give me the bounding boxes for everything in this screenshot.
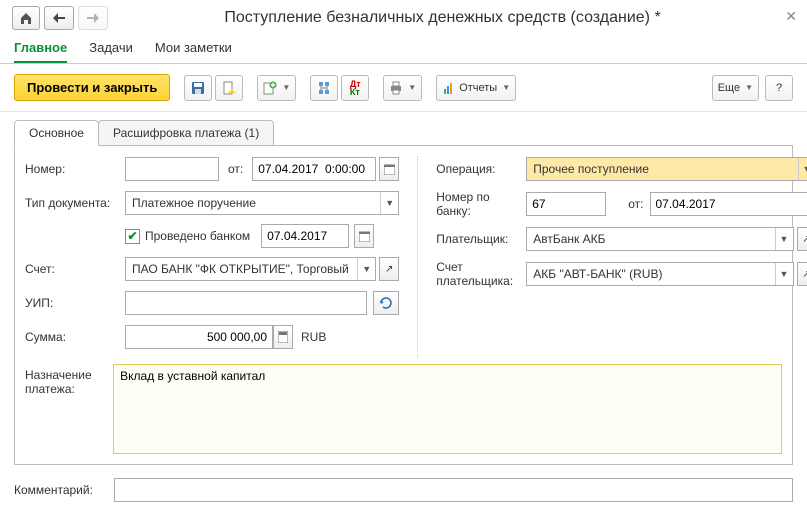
chevron-down-icon[interactable]: ▼ (775, 228, 793, 250)
sum-input[interactable] (125, 325, 273, 349)
chevron-down-icon: ▼ (745, 83, 753, 92)
reports-button[interactable]: Отчеты ▼ (436, 75, 516, 101)
print-button[interactable]: ▼ (383, 75, 422, 101)
form-panel: Номер: от: Тип документа: Платежное пору… (14, 145, 793, 465)
chevron-down-icon: ▼ (408, 83, 416, 92)
open-ref-icon[interactable]: ↗ (797, 227, 807, 251)
bankproc-label: Проведено банком (145, 229, 250, 243)
payer-value: АвтБанк АКБ (527, 232, 774, 246)
operation-value: Прочее поступление (527, 162, 797, 176)
calendar-icon[interactable] (354, 224, 374, 248)
number-label: Номер: (25, 162, 125, 176)
number-input[interactable] (125, 157, 219, 181)
chevron-down-icon[interactable]: ▼ (357, 258, 375, 280)
dtk-button[interactable]: ДтКт (341, 75, 369, 101)
create-based-on-button[interactable]: ▼ (257, 75, 296, 101)
calculator-icon[interactable] (273, 325, 293, 349)
home-button[interactable] (12, 6, 40, 30)
chevron-down-icon[interactable]: ▼ (380, 192, 398, 214)
inner-tabs: Основное Расшифровка платежа (1) (0, 112, 807, 146)
refresh-uip-icon[interactable] (373, 291, 399, 315)
help-button[interactable]: ? (765, 75, 793, 101)
date-input[interactable] (252, 157, 376, 181)
save-button[interactable] (184, 75, 212, 101)
post-button[interactable] (215, 75, 243, 101)
payer-account-value: АКБ "АВТ-БАНК" (RUB) (527, 267, 774, 281)
more-label: Еще (718, 82, 740, 94)
doctype-value: Платежное поручение (126, 196, 380, 210)
payer-select[interactable]: АвтБанк АКБ ▼ (526, 227, 793, 251)
payer-account-label: Счет плательщика: (436, 260, 526, 288)
structure-button[interactable] (310, 75, 338, 101)
doctype-select[interactable]: Платежное поручение ▼ (125, 191, 399, 215)
doctype-label: Тип документа: (25, 196, 125, 210)
nav-forward-button (78, 6, 108, 30)
account-value: ПАО БАНК "ФК ОТКРЫТИЕ", Торговый (126, 262, 357, 276)
more-button[interactable]: Еще ▼ (712, 75, 759, 101)
bank-date-input[interactable] (650, 192, 807, 216)
payer-label: Плательщик: (436, 232, 526, 246)
sum-label: Сумма: (25, 330, 125, 344)
toolbar: Провести и закрыть ▼ ДтКт ▼ Отчеты ▼ (0, 64, 807, 112)
from-label: от: (228, 162, 243, 176)
tab-tasks[interactable]: Задачи (89, 40, 133, 63)
operation-select[interactable]: Прочее поступление ▼ (526, 157, 807, 181)
bank-from-label: от: (628, 197, 643, 211)
chevron-down-icon: ▼ (282, 83, 290, 92)
open-ref-icon[interactable]: ↗ (379, 257, 399, 281)
purpose-textarea[interactable] (113, 364, 782, 454)
tab-main[interactable]: Главное (14, 40, 67, 63)
inner-tab-details[interactable]: Расшифровка платежа (1) (98, 120, 274, 146)
nav-back-button[interactable] (44, 6, 74, 30)
bankproc-date-input[interactable] (261, 224, 349, 248)
window-title: Поступление безналичных денежных средств… (120, 9, 795, 27)
reports-label: Отчеты (459, 82, 497, 94)
operation-label: Операция: (436, 162, 526, 176)
chevron-down-icon[interactable]: ▼ (798, 158, 807, 180)
close-icon[interactable]: ✕ (785, 8, 797, 25)
tab-notes[interactable]: Мои заметки (155, 40, 232, 63)
payer-account-select[interactable]: АКБ "АВТ-БАНК" (RUB) ▼ (526, 262, 793, 286)
banknum-label: Номер по банку: (436, 190, 526, 218)
inner-tab-main[interactable]: Основное (14, 120, 99, 146)
dtk-label: ДтКт (350, 80, 361, 96)
open-ref-icon[interactable]: ↗ (797, 262, 807, 286)
account-label: Счет: (25, 262, 125, 276)
calendar-icon[interactable] (379, 157, 399, 181)
purpose-label: Назначение платежа: (25, 364, 113, 396)
currency-label: RUB (301, 330, 326, 344)
top-tabs: Главное Задачи Мои заметки (0, 34, 807, 64)
chevron-down-icon[interactable]: ▼ (775, 263, 793, 285)
uip-input[interactable] (125, 291, 367, 315)
comment-input[interactable] (114, 478, 793, 502)
account-select[interactable]: ПАО БАНК "ФК ОТКРЫТИЕ", Торговый ▼ (125, 257, 376, 281)
post-and-close-button[interactable]: Провести и закрыть (14, 74, 170, 101)
uip-label: УИП: (25, 296, 125, 310)
banknum-input[interactable] (526, 192, 606, 216)
comment-label: Комментарий: (14, 483, 114, 497)
chevron-down-icon: ▼ (502, 83, 510, 92)
bankproc-checkbox[interactable]: ✔ (125, 229, 140, 244)
